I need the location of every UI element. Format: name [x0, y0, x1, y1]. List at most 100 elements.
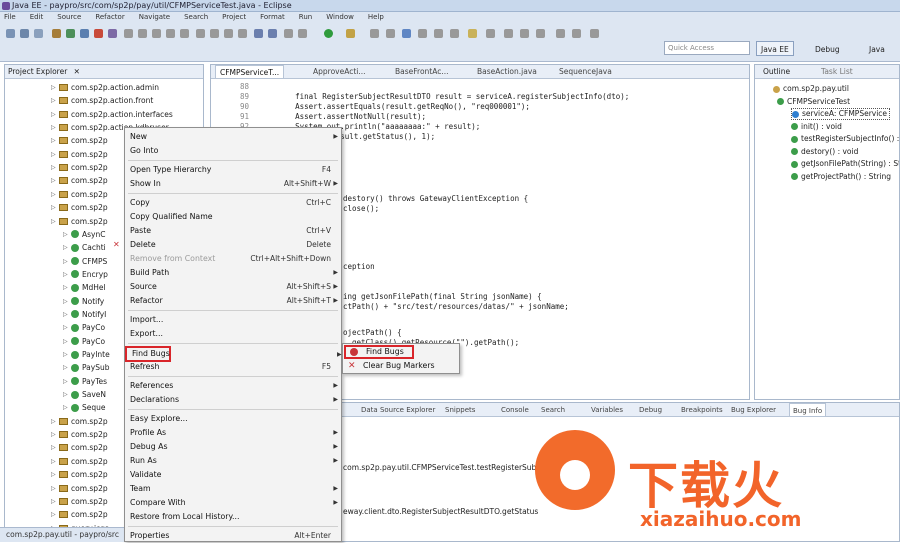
menu-item-remove-from-context[interactable]: Remove from Context Ctrl+Alt+Shift+Down	[125, 252, 341, 266]
menu-refactor[interactable]: Refactor	[95, 12, 124, 23]
toolbar-icon[interactable]	[572, 29, 581, 38]
expand-arrow-icon[interactable]: ▷	[51, 468, 59, 481]
bottom-tab[interactable]: Bug Explorer	[731, 403, 776, 416]
tree-item[interactable]: ▷ Encryp	[63, 268, 108, 281]
new-icon[interactable]	[6, 29, 15, 38]
bottom-tab[interactable]: Bug Info	[789, 403, 827, 416]
menu-item-open-type-hierarchy[interactable]: Open Type Hierarchy F4	[125, 163, 341, 177]
tree-item[interactable]: ▷ com.sp2p	[51, 415, 108, 428]
menu-edit[interactable]: Edit	[30, 12, 44, 23]
tree-item[interactable]: ▷ com.sp2p	[51, 215, 108, 228]
package-icon[interactable]	[80, 29, 89, 38]
outline-item[interactable]: com.sp2p.pay.util	[773, 83, 849, 95]
toolbar-icon[interactable]	[504, 29, 513, 38]
forward-icon[interactable]	[590, 29, 599, 38]
toolbar-icon[interactable]	[450, 29, 459, 38]
toolbar-icon[interactable]	[486, 29, 495, 38]
tree-item[interactable]: ▷ com.sp2p	[51, 508, 108, 521]
menu-search[interactable]: Search	[184, 12, 208, 23]
menu-item-refactor[interactable]: Refactor Alt+Shift+T ▶	[125, 294, 341, 308]
expand-arrow-icon[interactable]: ▷	[63, 228, 71, 241]
tree-item[interactable]: ▷ com.sp2p.action.admin	[51, 81, 159, 94]
toolbar-icon[interactable]	[298, 29, 307, 38]
toolbar-icon[interactable]	[166, 29, 175, 38]
toolbar-icon[interactable]	[254, 29, 263, 38]
bottom-tab[interactable]: Debug	[639, 403, 662, 416]
menu-item-show-in[interactable]: Show In Alt+Shift+W ▶	[125, 177, 341, 191]
expand-arrow-icon[interactable]: ▷	[63, 361, 71, 374]
menu-item-references[interactable]: References ▶	[125, 379, 341, 393]
expand-arrow-icon[interactable]: ▷	[63, 268, 71, 281]
menu-item-paste[interactable]: Paste Ctrl+V	[125, 224, 341, 238]
toolbar-icon[interactable]	[434, 29, 443, 38]
menu-item-go-into[interactable]: Go Into	[125, 144, 341, 158]
menu-item-refresh[interactable]: Refresh F5	[125, 360, 341, 374]
expand-arrow-icon[interactable]: ▷	[51, 415, 59, 428]
tree-item[interactable]: ▷ PayCo	[63, 321, 105, 334]
expand-arrow-icon[interactable]: ▷	[51, 161, 59, 174]
menu-item-new[interactable]: New ▶	[125, 130, 341, 144]
tree-item[interactable]: ▷ com.sp2p.action.interfaces	[51, 108, 173, 121]
tree-item[interactable]: ▷ com.sp2p	[51, 428, 108, 441]
tree-item[interactable]: ▷ CFMPS	[63, 255, 107, 268]
tree-item[interactable]: ▷ com.sp2p.action.front	[51, 94, 153, 107]
menu-project[interactable]: Project	[222, 12, 246, 23]
toolbar-icon[interactable]	[124, 29, 133, 38]
expand-arrow-icon[interactable]: ▷	[51, 108, 59, 121]
build-icon[interactable]	[66, 29, 75, 38]
external-tools-icon[interactable]	[346, 29, 355, 38]
tree-item[interactable]: ▷ com.sp2p	[51, 174, 108, 187]
tree-item[interactable]: ▷ com.sp2p	[51, 468, 108, 481]
outline-item[interactable]: CFMPServiceTest	[777, 96, 850, 108]
outline-item[interactable]: getProjectPath() : String	[791, 171, 891, 183]
tree-item[interactable]: ▷ com.sp2p	[51, 161, 108, 174]
editor-tab[interactable]: BaseFrontAc...	[391, 65, 453, 78]
project-explorer-tab[interactable]: Project Explorer	[8, 67, 67, 76]
print-icon[interactable]	[34, 29, 43, 38]
expand-arrow-icon[interactable]: ▷	[51, 81, 59, 94]
expand-arrow-icon[interactable]: ▷	[51, 215, 59, 228]
menu-item-declarations[interactable]: Declarations ▶	[125, 393, 341, 407]
expand-arrow-icon[interactable]: ▷	[51, 148, 59, 161]
toolbar-icon[interactable]	[180, 29, 189, 38]
quick-access-field[interactable]: Quick Access	[664, 41, 750, 55]
outline-item[interactable]: destory() : void	[791, 146, 858, 158]
expand-arrow-icon[interactable]: ▷	[51, 428, 59, 441]
tree-item[interactable]: ▷ com.sp2p	[51, 482, 108, 495]
menu-item-profile-as[interactable]: Profile As ▶	[125, 426, 341, 440]
expand-arrow-icon[interactable]: ▷	[63, 388, 71, 401]
web-service-icon[interactable]	[108, 29, 117, 38]
menu-item-delete[interactable]: Delete Delete ✕	[113, 238, 341, 252]
menu-file[interactable]: File	[4, 12, 16, 23]
tree-item[interactable]: ▷ com.sp2p	[51, 455, 108, 468]
find-bugs-submenu-item[interactable]: Find Bugs	[344, 345, 414, 359]
menu-item-validate[interactable]: Validate	[125, 468, 341, 482]
tree-item[interactable]: ▷ PayCo	[63, 335, 105, 348]
expand-arrow-icon[interactable]: ▷	[63, 335, 71, 348]
menu-item-debug-as[interactable]: Debug As ▶	[125, 440, 341, 454]
menu-item-copy[interactable]: Copy Ctrl+C	[125, 196, 341, 210]
menu-item-copy-qualified-name[interactable]: Copy Qualified Name	[125, 210, 341, 224]
tree-item[interactable]: ▷ Seque	[63, 401, 106, 414]
menu-item-restore-from-local-history[interactable]: Restore from Local History...	[125, 510, 341, 524]
tree-item[interactable]: ▷ com.sp2p	[51, 148, 108, 161]
tree-item[interactable]: ▷ NotifyI	[63, 308, 106, 321]
expand-arrow-icon[interactable]: ▷	[63, 241, 71, 254]
menu-source[interactable]: Source	[57, 12, 81, 23]
tree-item[interactable]: ▷ com.sp2p	[51, 188, 108, 201]
editor-tab[interactable]: BaseAction.java	[473, 65, 541, 78]
bottom-tab[interactable]: Snippets	[445, 403, 475, 416]
clear-bug-markers-item[interactable]: ✕ Clear Bug Markers	[343, 359, 457, 373]
close-icon[interactable]: ✕	[74, 67, 80, 76]
perspective-java[interactable]: Java	[864, 41, 890, 56]
expand-arrow-icon[interactable]: ▷	[63, 321, 71, 334]
menu-format[interactable]: Format	[260, 12, 285, 23]
bottom-tab[interactable]: Console	[501, 403, 529, 416]
expand-arrow-icon[interactable]: ▷	[51, 482, 59, 495]
expand-arrow-icon[interactable]: ▷	[63, 281, 71, 294]
toolbar-icon[interactable]	[196, 29, 205, 38]
menu-navigate[interactable]: Navigate	[139, 12, 170, 23]
tree-item[interactable]: ▷ AsynC	[63, 228, 105, 241]
menu-item-export[interactable]: Export...	[125, 327, 341, 341]
perspective-java-ee[interactable]: Java EE	[756, 41, 794, 56]
